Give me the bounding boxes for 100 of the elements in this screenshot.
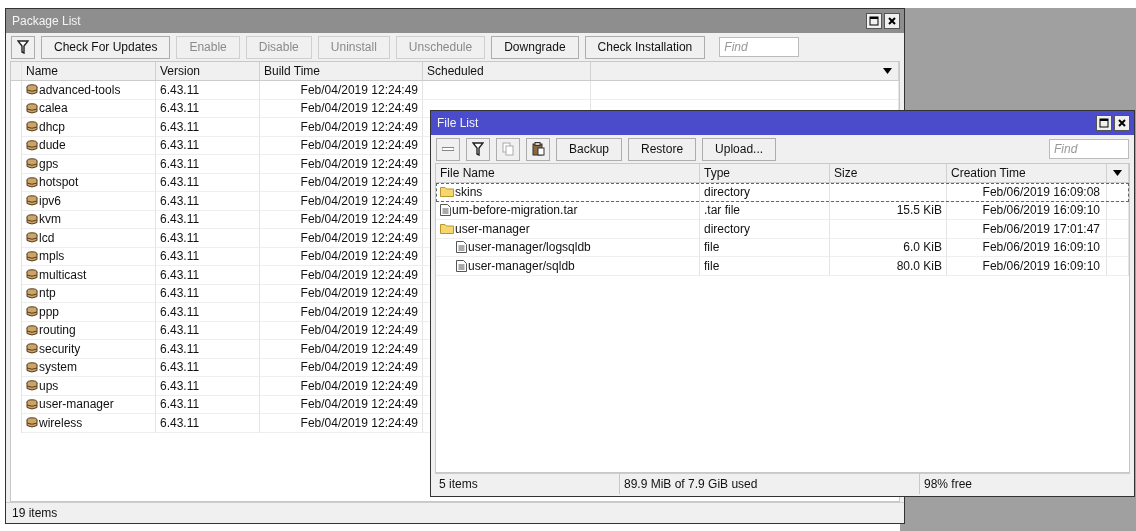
package-icon	[26, 84, 38, 96]
package-icon	[26, 158, 38, 170]
minus-icon	[442, 147, 454, 151]
table-cell: 6.43.11	[156, 284, 260, 303]
table-cell: Feb/04/2019 12:24:49	[260, 266, 423, 285]
table-cell: 6.43.11	[156, 99, 260, 118]
file-row[interactable]: user-manager/logsqldb file 6.0 KiB Feb/06/2019 16:09:10	[436, 238, 1129, 257]
table-cell: 6.43.11	[156, 247, 260, 266]
column-header[interactable]: Creation Time	[947, 164, 1107, 182]
table-cell: 6.43.11	[156, 395, 260, 414]
paste-button[interactable]	[526, 137, 550, 161]
package-icon	[26, 213, 38, 225]
copy-icon	[502, 142, 514, 156]
table-cell: 6.43.11	[156, 81, 260, 100]
filter-button[interactable]	[11, 35, 35, 59]
package-icon	[26, 380, 38, 392]
column-header[interactable]: Build Time	[260, 62, 423, 80]
table-cell-text: ipv6	[39, 192, 61, 210]
package-icon	[26, 195, 38, 207]
table-cell: 6.43.11	[156, 210, 260, 229]
table-cell-text: gps	[39, 155, 59, 173]
table-cell-text: ups	[39, 377, 59, 395]
close-icon	[1117, 118, 1127, 128]
table-cell: Feb/04/2019 12:24:49	[260, 210, 423, 229]
table-cell-text: hotspot	[39, 174, 79, 192]
package-icon	[26, 324, 38, 336]
column-header[interactable]: File Name	[436, 164, 700, 182]
table-cell-text: ppp	[39, 303, 60, 321]
remove-button[interactable]	[436, 137, 460, 161]
table-cell-text: lcd	[39, 229, 55, 247]
package-icon	[26, 139, 38, 151]
table-cell: 6.43.11	[156, 266, 260, 285]
table-cell: 6.43.11	[156, 173, 260, 192]
column-header[interactable]: Size	[830, 164, 947, 182]
table-cell-text: ntp	[39, 285, 56, 303]
find-field[interactable]: Find	[719, 37, 800, 57]
package-icon	[26, 121, 38, 133]
table-cell-text: multicast	[39, 266, 87, 284]
toolbar-button[interactable]: Backup	[556, 137, 623, 161]
table-cell: Feb/04/2019 12:24:49	[260, 321, 423, 340]
column-header[interactable]: Scheduled	[423, 62, 591, 80]
table-cell-text: calea	[39, 100, 68, 118]
find-field[interactable]: Find	[1049, 139, 1129, 159]
file-row[interactable]: user-manager directory Feb/06/2019 17:01:47	[436, 220, 1129, 239]
table-cell: Feb/04/2019 12:24:49	[260, 155, 423, 174]
dropdown-icon[interactable]	[1113, 170, 1122, 176]
filter-icon	[472, 142, 484, 156]
table-cell-text: user-manager	[39, 396, 114, 414]
window-title: Package List	[12, 14, 82, 28]
table-cell-text: routing	[39, 322, 76, 340]
toolbar-button[interactable]: Downgrade	[491, 35, 579, 59]
folder-icon	[440, 223, 454, 235]
table-cell: 6.43.11	[156, 229, 260, 248]
maximize-button[interactable]	[866, 13, 882, 29]
table-cell: 6.43.11	[156, 303, 260, 322]
table-cell: Feb/04/2019 12:24:49	[260, 173, 423, 192]
table-cell-text: advanced-tools	[39, 81, 121, 99]
table-cell-text: wireless	[39, 414, 83, 432]
close-icon	[887, 16, 897, 26]
status-text: 98% free	[923, 476, 974, 493]
table-cell: Feb/04/2019 12:24:49	[260, 99, 423, 118]
toolbar-button[interactable]: Upload...	[702, 137, 777, 161]
package-icon	[26, 250, 38, 262]
filter-button[interactable]	[466, 137, 490, 161]
dropdown-icon[interactable]	[883, 68, 892, 74]
toolbar-button[interactable]: Check For Updates	[41, 35, 171, 59]
package-icon	[26, 102, 38, 114]
document-icon	[456, 241, 467, 254]
table-cell: 6.43.11	[156, 192, 260, 211]
file-row[interactable]: user-manager/sqldb file 80.0 KiB Feb/06/2019 16:09:10	[436, 257, 1129, 276]
close-button[interactable]	[1114, 115, 1130, 131]
table-cell: 6.43.11	[156, 118, 260, 137]
column-header[interactable]: Version	[156, 62, 260, 80]
package-icon	[26, 232, 38, 244]
toolbar-button[interactable]: Check Installation	[584, 35, 706, 59]
column-header[interactable]: Type	[700, 164, 830, 182]
table-cell-text: dhcp	[39, 118, 66, 136]
maximize-button[interactable]	[1096, 115, 1112, 131]
file-row[interactable]: um-before-migration.tar .tar file 15.5 KiB Feb/06/2019 16:09:10	[436, 201, 1129, 220]
status-text: 89.9 MiB of 7.9 GiB used	[620, 474, 920, 494]
document-icon	[456, 259, 467, 272]
table-cell: Feb/04/2019 12:24:49	[260, 229, 423, 248]
column-header[interactable]: Name	[22, 62, 156, 80]
table-cell: Feb/04/2019 12:24:49	[260, 81, 423, 100]
file-row[interactable]: skins directory Feb/06/2019 16:09:08	[436, 183, 1129, 202]
table-cell: 6.43.11	[156, 136, 260, 155]
table-cell: 6.43.11	[156, 377, 260, 396]
close-button[interactable]	[884, 13, 900, 29]
table-cell: 6.43.11	[156, 155, 260, 174]
maximize-icon	[869, 16, 879, 26]
table-cell: 6.43.11	[156, 321, 260, 340]
package-icon	[26, 417, 38, 429]
table-cell: Feb/04/2019 12:24:49	[260, 136, 423, 155]
package-icon	[26, 398, 38, 410]
toolbar-button[interactable]: Restore	[628, 137, 697, 161]
package-icon	[26, 176, 38, 188]
table-cell: Feb/04/2019 12:24:49	[260, 340, 423, 359]
package-icon	[26, 343, 38, 355]
table-cell: 6.43.11	[156, 358, 260, 377]
status-text: 5 items	[435, 474, 620, 494]
